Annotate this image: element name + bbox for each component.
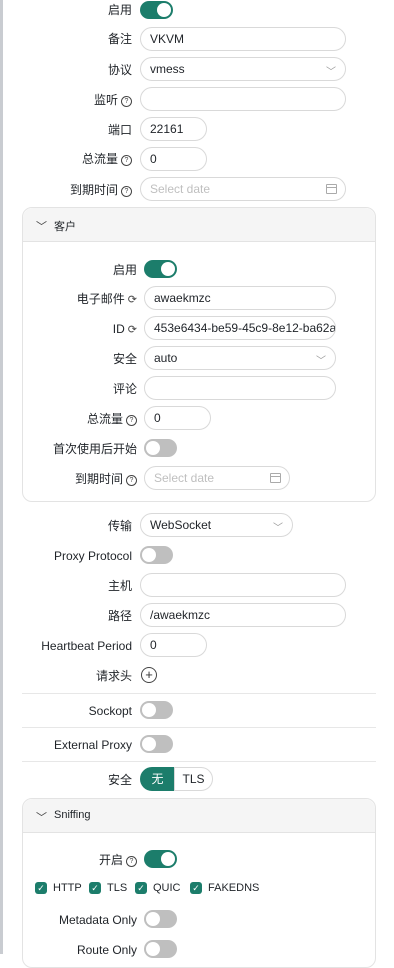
host-label: 主机: [107, 579, 132, 593]
divider: [22, 693, 376, 694]
protocol-value: vmess: [150, 62, 185, 76]
email-input[interactable]: awaekmzc: [144, 286, 336, 310]
proxy-protocol-label: Proxy Protocol: [53, 549, 132, 563]
question-circle-icon[interactable]: ?: [126, 856, 137, 867]
sync-icon[interactable]: ⟳: [128, 292, 137, 308]
host-input[interactable]: [140, 573, 346, 597]
listen-label: 监听?: [94, 92, 132, 108]
client-total-traffic-label: 总流量?: [87, 411, 137, 427]
remark-input[interactable]: VKVM: [140, 27, 346, 51]
left-edge: [0, 0, 3, 954]
calendar-icon: [326, 184, 337, 194]
external-proxy-toggle[interactable]: [140, 735, 173, 753]
start-after-first-use-toggle[interactable]: [144, 439, 177, 457]
sniffing-enabled-toggle[interactable]: [144, 850, 177, 868]
chevron-down-icon: ﹀: [273, 523, 283, 534]
transport-select[interactable]: WebSocket ﹀: [140, 513, 293, 537]
client-security-select[interactable]: auto ﹀: [144, 346, 336, 370]
proxy-protocol-toggle[interactable]: [140, 546, 173, 564]
chevron-down-icon: ﹀: [36, 812, 47, 824]
port-label: 端口: [107, 123, 132, 137]
calendar-icon: [270, 473, 281, 483]
enable-toggle[interactable]: [140, 1, 173, 19]
fakedns-checkbox[interactable]: ✓: [190, 882, 202, 894]
start-after-first-use-label: 首次使用后开始: [52, 442, 137, 456]
comment-input[interactable]: [144, 376, 336, 400]
email-label: 电子邮件 ⟳: [76, 292, 137, 308]
expiry-label: 到期时间?: [70, 182, 132, 198]
total-traffic-label: 总流量?: [82, 151, 132, 167]
tls-label: TLS: [107, 882, 128, 894]
quic-label: QUIC: [153, 882, 181, 894]
question-circle-icon[interactable]: ?: [121, 155, 132, 166]
client-security-label: 安全: [112, 352, 137, 366]
sync-icon[interactable]: ⟳: [128, 322, 137, 338]
client-enable-label: 启用: [112, 263, 137, 277]
route-only-label: Route Only: [76, 943, 137, 957]
client-expiry-label: 到期时间?: [75, 471, 137, 487]
id-label: ID ⟳: [112, 322, 137, 338]
route-only-toggle[interactable]: [144, 940, 177, 958]
plus-circle-icon[interactable]: +: [141, 667, 157, 683]
sockopt-label: Sockopt: [88, 704, 132, 718]
remark-label: 备注: [107, 32, 132, 46]
sockopt-toggle[interactable]: [140, 701, 173, 719]
port-input[interactable]: 22161: [140, 117, 207, 141]
path-label: 路径: [107, 609, 132, 623]
http-label: HTTP: [53, 882, 82, 894]
security-option-none[interactable]: 无: [140, 767, 175, 791]
metadata-only-label: Metadata Only: [58, 913, 137, 927]
client-total-traffic-input[interactable]: 0: [144, 406, 211, 430]
sniffing-card-header[interactable]: ﹀ Sniffing: [23, 799, 375, 833]
client-security-value: auto: [154, 351, 178, 365]
tls-checkbox[interactable]: ✓: [89, 882, 101, 894]
client-card-title: 客户: [54, 221, 76, 233]
heartbeat-input[interactable]: 0: [140, 633, 207, 657]
chevron-down-icon: ﹀: [326, 67, 336, 78]
question-circle-icon[interactable]: ?: [126, 475, 137, 486]
metadata-only-toggle[interactable]: [144, 910, 177, 928]
question-circle-icon[interactable]: ?: [126, 415, 137, 426]
fakedns-label: FAKEDNS: [208, 882, 260, 894]
chevron-down-icon: ﹀: [316, 356, 326, 367]
client-expiry-placeholder: Select date: [154, 471, 215, 485]
enable-label: 启用: [107, 3, 132, 17]
security-option-tls[interactable]: TLS: [174, 767, 213, 791]
transport-label: 传输: [107, 519, 132, 533]
protocol-label: 协议: [107, 63, 132, 77]
total-traffic-input[interactable]: 0: [140, 147, 207, 171]
sniffing-enabled-label: 开启?: [99, 852, 137, 868]
heartbeat-label: Heartbeat Period: [41, 639, 132, 653]
external-proxy-label: External Proxy: [53, 738, 132, 752]
listen-input[interactable]: [140, 87, 346, 111]
sniffing-card-title: Sniffing: [54, 809, 91, 821]
expiry-date-picker[interactable]: Select date: [140, 177, 346, 201]
chevron-down-icon: ﹀: [36, 221, 47, 233]
client-expiry-date-picker[interactable]: Select date: [144, 466, 290, 490]
request-header-label: 请求头: [95, 669, 132, 683]
quic-checkbox[interactable]: ✓: [135, 882, 147, 894]
http-checkbox[interactable]: ✓: [35, 882, 47, 894]
tls-security-label: 安全: [107, 773, 132, 787]
question-circle-icon[interactable]: ?: [121, 186, 132, 197]
transport-value: WebSocket: [150, 518, 212, 532]
divider: [22, 761, 376, 762]
expiry-placeholder: Select date: [150, 182, 211, 196]
protocol-select[interactable]: vmess ﹀: [140, 57, 346, 81]
comment-label: 评论: [112, 382, 137, 396]
client-card-header[interactable]: ﹀ 客户: [23, 208, 375, 242]
divider: [22, 727, 376, 728]
id-input[interactable]: 453e6434-be59-45c9-8e12-ba62af24: [144, 316, 336, 340]
path-input[interactable]: /awaekmzc: [140, 603, 346, 627]
question-circle-icon[interactable]: ?: [121, 96, 132, 107]
client-enable-toggle[interactable]: [144, 260, 177, 278]
